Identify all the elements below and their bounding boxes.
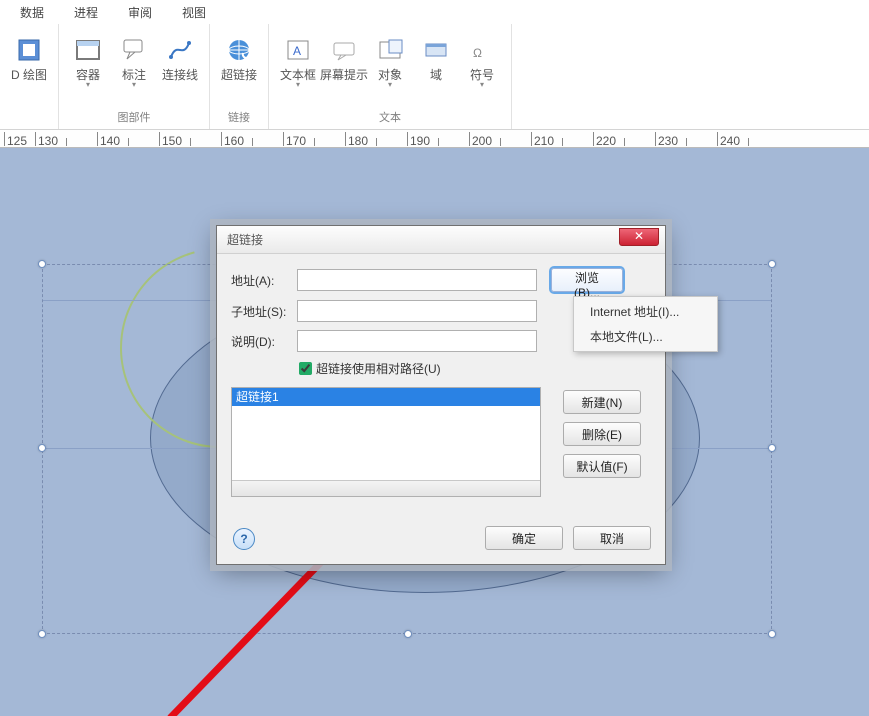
textbox-button[interactable]: A文本框▾ (275, 28, 321, 110)
selection-handle[interactable] (768, 444, 776, 452)
connector-button[interactable]: 连接线 (157, 28, 203, 110)
description-label: 说明(D): (231, 333, 297, 350)
ribbon-button-label: D 绘图 (11, 68, 47, 82)
delete-button[interactable]: 删除(E) (563, 422, 641, 446)
new-button[interactable]: 新建(N) (563, 390, 641, 414)
textbox-icon: A (282, 34, 314, 66)
ribbon-group-title: 文本 (379, 110, 401, 126)
hyperlink-button[interactable]: 超链接 (216, 28, 262, 110)
hyperlink-listbox[interactable]: 超链接1 (231, 387, 541, 497)
selection-handle[interactable] (768, 630, 776, 638)
ribbon-group-title: 链接 (228, 110, 250, 126)
symbol-button[interactable]: Ω符号▾ (459, 28, 505, 110)
chevron-down-icon: ▾ (86, 80, 90, 89)
selection-handle[interactable] (38, 630, 46, 638)
connector-icon (164, 34, 196, 66)
address-input[interactable] (297, 269, 537, 291)
subaddress-input[interactable] (297, 300, 537, 322)
callout-icon (118, 34, 150, 66)
dialog-titlebar[interactable]: 超链接 ✕ (217, 226, 665, 254)
default-button[interactable]: 默认值(F) (563, 454, 641, 478)
container-button[interactable]: 容器▾ (65, 28, 111, 110)
tab-data[interactable]: 数据 (14, 1, 50, 24)
hyperlink-dialog: 超链接 ✕ 地址(A): 浏览(B)... 子地址(S): 说明(D): 超链接… (216, 225, 666, 565)
field-icon (420, 34, 452, 66)
ribbon: D 绘图 容器▾标注▾ 连接线图部件 超链接链接 A文本框▾屏幕提示对象▾ 域 Ω符号▾ 文本 (0, 24, 869, 130)
symbol-icon: Ω (466, 34, 498, 66)
relative-path-checkbox[interactable] (299, 362, 312, 375)
ribbon-tab-strip: 数据 进程 审阅 视图 (0, 0, 869, 24)
selection-handle[interactable] (38, 260, 46, 268)
ribbon-button-label: 连接线 (162, 68, 198, 82)
list-item[interactable]: 超链接1 (232, 388, 540, 406)
object-button[interactable]: 对象▾ (367, 28, 413, 110)
container-icon (72, 34, 104, 66)
dialog-title-text: 超链接 (227, 231, 263, 248)
tab-view[interactable]: 视图 (176, 1, 212, 24)
selection-handle[interactable] (38, 444, 46, 452)
field-button[interactable]: 域 (413, 28, 459, 110)
address-label: 地址(A): (231, 272, 297, 289)
ribbon-button-label: 屏幕提示 (320, 68, 368, 82)
object-icon (374, 34, 406, 66)
menu-local-file[interactable]: 本地文件(L)... (576, 324, 715, 349)
horizontal-ruler: 125130140150160170180190200210220230240 (0, 130, 869, 148)
ok-button[interactable]: 确定 (485, 526, 563, 550)
cad-icon (13, 34, 45, 66)
description-input[interactable] (297, 330, 537, 352)
cancel-button[interactable]: 取消 (573, 526, 651, 550)
subaddress-label: 子地址(S): (231, 303, 297, 320)
callout-button[interactable]: 标注▾ (111, 28, 157, 110)
chevron-down-icon: ▾ (132, 80, 136, 89)
selection-handle[interactable] (404, 630, 412, 638)
screentip-icon (328, 34, 360, 66)
menu-internet-address[interactable]: Internet 地址(I)... (576, 299, 715, 324)
cad-button[interactable]: D 绘图 (6, 28, 52, 110)
ribbon-group-title: 图部件 (118, 110, 151, 126)
ribbon-button-label: 超链接 (221, 68, 257, 82)
close-icon: ✕ (634, 229, 644, 243)
chevron-down-icon: ▾ (296, 80, 300, 89)
tab-process[interactable]: 进程 (68, 1, 104, 24)
chevron-down-icon: ▾ (480, 80, 484, 89)
relative-path-label: 超链接使用相对路径(U) (316, 360, 441, 377)
ribbon-button-label: 域 (430, 68, 442, 82)
browse-button[interactable]: 浏览(B)... (551, 268, 623, 292)
screentip-button[interactable]: 屏幕提示 (321, 28, 367, 110)
help-icon[interactable]: ? (233, 528, 255, 550)
hyperlink-icon (223, 34, 255, 66)
svg-text:Ω: Ω (473, 46, 482, 60)
tab-review[interactable]: 审阅 (122, 1, 158, 24)
chevron-down-icon: ▾ (388, 80, 392, 89)
svg-text:A: A (293, 44, 301, 58)
selection-handle[interactable] (768, 260, 776, 268)
horizontal-scrollbar[interactable] (231, 480, 541, 497)
close-button[interactable]: ✕ (619, 228, 659, 246)
browse-popup-menu: Internet 地址(I)... 本地文件(L)... (573, 296, 718, 352)
